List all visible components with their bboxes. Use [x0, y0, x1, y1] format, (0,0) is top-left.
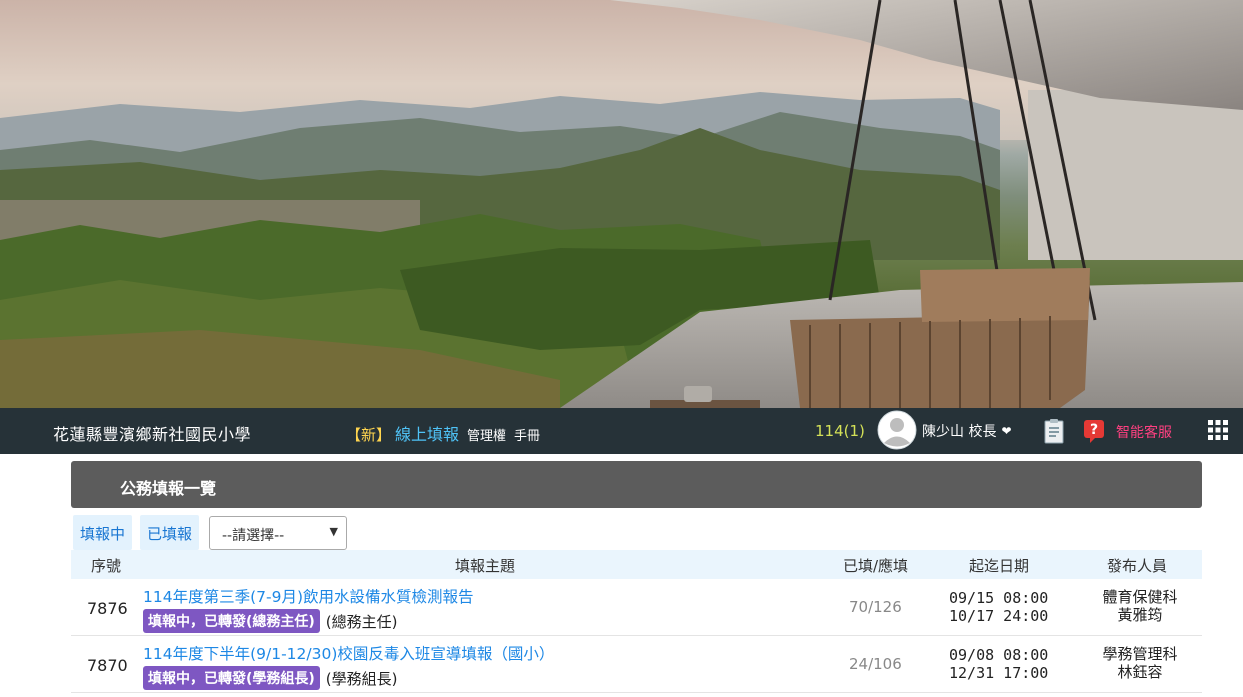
panel-header: 公務填報一覽 [71, 461, 1202, 508]
publisher-dept: 學務管理科 [1102, 645, 1178, 663]
panel-title: 公務填報一覽 [120, 479, 217, 498]
table-row: 7870 114年度下半年(9/1-12/30)校園反毒入班宣導填報（國小） 填… [71, 637, 1202, 693]
row-id: 7870 [87, 656, 128, 675]
publisher-person: 林鈺容 [1117, 663, 1163, 681]
publisher: 學務管理科 林鈺容 [1099, 645, 1181, 681]
date-range: 09/15 08:00 10/17 24:00 [949, 589, 1048, 625]
start-date: 09/08 08:00 [949, 646, 1049, 664]
date-range: 09/08 08:00 12/31 17:00 [949, 646, 1048, 682]
app-title-link[interactable]: 線上填報 [395, 421, 459, 445]
app-menu: 【新】 線上填報 管理權 手冊 [346, 421, 540, 445]
header-publisher: 發布人員 [1107, 557, 1168, 575]
forward-to: (總務主任) [325, 612, 398, 631]
publisher-person: 黃雅筠 [1117, 606, 1163, 624]
table-header: 序號 填報主題 已填/應填 起迄日期 發布人員 [71, 550, 1202, 579]
user-menu[interactable]: 陳少山 校長 ❤ [922, 421, 1012, 441]
table-row: 7876 114年度第三季(7-9月)飲用水設備水質檢測報告 填報中，已轉發(總… [71, 580, 1202, 636]
tab-filled[interactable]: 已填報 [140, 515, 200, 550]
select-value: --請選擇-- [222, 528, 285, 544]
row-title-link[interactable]: 114年度下半年(9/1-12/30)校園反毒入班宣導填報（國小） [143, 642, 554, 664]
hero-banner-image [0, 0, 1243, 408]
status-badge: 填報中，已轉發(總務主任) [143, 609, 320, 633]
status-badge: 填報中，已轉發(學務組長) [143, 666, 320, 690]
header-id: 序號 [91, 557, 122, 575]
document-icon[interactable] [1043, 418, 1065, 444]
row-title-link[interactable]: 114年度第三季(7-9月)飲用水設備水質檢測報告 [143, 585, 474, 607]
school-year-selector[interactable]: 114(1) [815, 422, 865, 440]
header-count: 已填/應填 [843, 557, 909, 575]
svg-text:?: ? [1090, 422, 1098, 438]
manual-link[interactable]: 手冊 [514, 425, 540, 444]
chevron-down-icon: ❤ [1001, 424, 1012, 438]
category-select[interactable]: --請選擇-- ▼ [209, 516, 347, 550]
status-line: 填報中，已轉發(學務組長) (學務組長) [143, 666, 398, 690]
landscape-illustration [0, 0, 1243, 408]
tab-filling[interactable]: 填報中 [73, 515, 133, 550]
avatar-icon[interactable] [877, 410, 917, 450]
header-topic: 填報主題 [455, 557, 516, 575]
chevron-down-icon: ▼ [329, 525, 338, 538]
admin-link[interactable]: 管理權 [467, 425, 506, 444]
apps-grid-icon[interactable] [1207, 419, 1229, 441]
school-name[interactable]: 花蓮縣豐濱鄉新社國民小學 [53, 421, 251, 445]
end-date: 12/31 17:00 [949, 664, 1049, 682]
status-line: 填報中，已轉發(總務主任) (總務主任) [143, 609, 398, 633]
start-date: 09/15 08:00 [949, 589, 1049, 607]
publisher: 體育保健科 黃雅筠 [1099, 588, 1181, 624]
smart-service-link[interactable]: 智能客服 [1116, 422, 1172, 442]
publisher-dept: 體育保健科 [1102, 588, 1178, 606]
row-id: 7876 [87, 599, 128, 618]
end-date: 10/17 24:00 [949, 607, 1049, 625]
help-icon[interactable]: ? [1082, 418, 1108, 444]
fill-count: 24/106 [849, 655, 902, 673]
new-tag: 【新】 [346, 426, 392, 444]
user-name: 陳少山 校長 [922, 424, 997, 440]
header-dates: 起迄日期 [969, 557, 1030, 575]
forward-to: (學務組長) [325, 669, 398, 688]
fill-count: 70/126 [849, 598, 902, 616]
